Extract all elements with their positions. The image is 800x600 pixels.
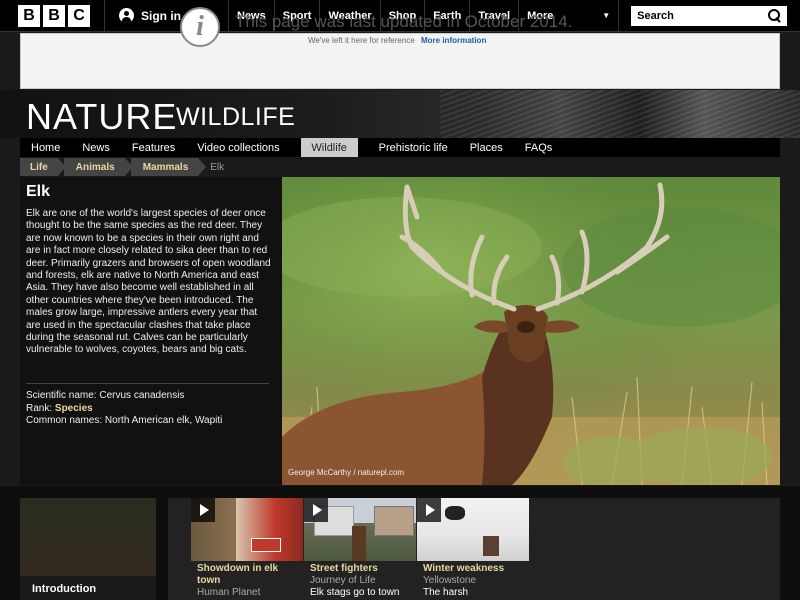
article-description: Elk are one of the world's largest speci… <box>26 208 271 356</box>
tab-news[interactable]: News <box>71 138 121 157</box>
brand-title[interactable]: NATURE <box>26 96 177 138</box>
breadcrumb-mammals[interactable]: Mammals <box>130 158 206 176</box>
tab-features[interactable]: Features <box>121 138 186 157</box>
fact-rank: Rank: Species <box>26 403 222 416</box>
signin-label: Sign in <box>141 8 181 23</box>
chevron-down-icon: ▼ <box>602 11 611 20</box>
elk-hero-image <box>282 177 780 485</box>
video-card-description: Elk stags go to town <box>310 587 400 598</box>
tab-prehistoric-life[interactable]: Prehistoric life <box>368 138 459 157</box>
video-thumbnail[interactable] <box>191 498 303 561</box>
video-card-description: The harsh <box>423 587 469 598</box>
rank-link[interactable]: Species <box>55 403 93 414</box>
section-nav: Home News Features Video collections Wil… <box>20 138 780 157</box>
tab-faqs[interactable]: FAQs <box>514 138 564 157</box>
video-thumbnail[interactable] <box>304 498 416 561</box>
fact-common-names: Common names: North American elk, Wapiti <box>26 415 222 428</box>
notice-sub-text: We've left it here for reference <box>308 36 415 45</box>
banner-fur-texture <box>440 90 800 138</box>
house-graphic <box>374 506 414 536</box>
play-icon[interactable] <box>304 498 328 522</box>
video-card-series: Human Planet <box>197 587 261 598</box>
fact-scientific-name: Scientific name: Cervus canadensis <box>26 390 222 403</box>
notice-subtitle: We've left it here for reference More in… <box>308 36 486 45</box>
video-card-title[interactable]: Street fighters <box>304 563 416 575</box>
bbc-logo[interactable]: B B C <box>18 4 90 27</box>
divider <box>26 383 269 384</box>
video-card-series: Journey of Life <box>310 575 376 586</box>
user-icon <box>119 8 134 23</box>
brand-subtitle[interactable]: WILDLIFE <box>176 103 295 132</box>
breadcrumb-current: Elk <box>210 161 225 173</box>
elk-graphic <box>483 536 499 556</box>
tab-wildlife[interactable]: Wildlife <box>300 138 358 157</box>
breadcrumb: Life Animals Mammals Elk <box>20 158 780 176</box>
elk-graphic <box>352 526 366 561</box>
fact-label: Scientific name: <box>26 390 97 401</box>
fact-list: Scientific name: Cervus canadensis Rank:… <box>26 390 222 428</box>
breadcrumb-life[interactable]: Life <box>20 158 66 176</box>
tab-places[interactable]: Places <box>459 138 514 157</box>
tab-video-collections[interactable]: Video collections <box>186 138 290 157</box>
page-title: Elk <box>26 183 51 200</box>
video-thumbnail[interactable] <box>417 498 529 561</box>
wolf-graphic <box>445 506 465 520</box>
fact-value: North American elk, Wapiti <box>104 415 223 427</box>
info-icon: i <box>180 7 220 47</box>
fact-label: Rank: <box>26 402 53 414</box>
bbc-logo-letter: B <box>18 4 40 27</box>
play-icon[interactable] <box>191 498 215 522</box>
breadcrumb-animals[interactable]: Animals <box>63 158 133 176</box>
video-card[interactable]: Winter weakness Yellowstone The harsh <box>417 498 529 599</box>
bbc-logo-letter: C <box>68 4 90 27</box>
video-card[interactable]: Street fighters Journey of Life Elk stag… <box>304 498 416 599</box>
search-icon[interactable] <box>768 9 781 22</box>
fact-value: Cervus canadensis <box>99 390 185 401</box>
elk-photo-illustration <box>282 177 780 485</box>
tab-home[interactable]: Home <box>20 138 71 157</box>
search-placeholder: Search <box>637 9 674 22</box>
fact-label: Common names: <box>26 415 103 427</box>
introduction-thumbnail[interactable] <box>20 498 156 576</box>
play-icon[interactable] <box>417 498 441 522</box>
video-card-series: Yellowstone <box>423 575 477 586</box>
video-card[interactable]: Showdown in elk town Human Planet <box>191 498 303 599</box>
notice-title: This page was last updated in October 20… <box>235 12 573 31</box>
bbc-logo-letter: B <box>43 4 65 27</box>
introduction-label[interactable]: Introduction <box>32 583 96 595</box>
video-card-title[interactable]: Winter weakness <box>417 563 529 575</box>
video-card-title[interactable]: Showdown in elk town <box>191 563 303 587</box>
more-information-link[interactable]: More information <box>421 36 486 45</box>
search-input[interactable]: Search <box>631 5 788 26</box>
sign-graphic <box>251 538 281 552</box>
photo-credit: George McCarthy / naturepl.com <box>288 468 405 477</box>
